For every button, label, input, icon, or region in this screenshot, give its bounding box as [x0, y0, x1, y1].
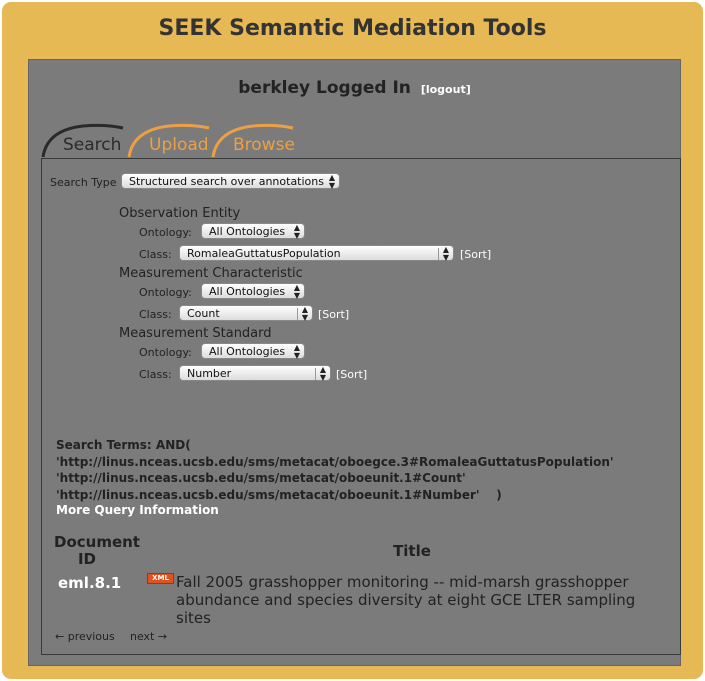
observation-class-value: RomaleaGuttatusPopulation	[187, 247, 341, 260]
search-type-label: Search Type	[50, 176, 117, 189]
app-frame: SEEK Semantic Mediation Tools berkley Lo…	[2, 2, 703, 679]
observation-ontology-select[interactable]: All Ontologies ▲ ▼	[201, 223, 305, 240]
select-arrows-icon: ▲ ▼	[293, 283, 300, 300]
search-terms-line: 'http://linus.nceas.ucsb.edu/sms/metacat…	[56, 454, 614, 469]
observation-ontology-value: All Ontologies	[209, 225, 286, 238]
tab-upload[interactable]: Upload	[127, 122, 219, 158]
previous-link[interactable]: ← previous	[55, 630, 115, 643]
search-terms: Search Terms: AND( 'http://linus.nceas.u…	[56, 437, 614, 503]
observation-ontology-label: Ontology:	[139, 226, 192, 239]
observation-sort-link[interactable]: [Sort]	[460, 248, 491, 261]
main-panel: berkley Logged In [logout] Search Upload	[28, 59, 681, 666]
select-divider	[438, 248, 439, 260]
characteristic-heading: Measurement Characteristic	[119, 266, 303, 281]
select-arrows-icon: ▲ ▼	[293, 343, 300, 360]
search-terms-line: Search Terms: AND(	[56, 438, 191, 452]
result-doc-id[interactable]: eml.8.1	[58, 574, 121, 592]
login-status: berkley Logged In [logout]	[29, 78, 680, 98]
tab-browse[interactable]: Browse	[211, 122, 303, 158]
characteristic-ontology-value: All Ontologies	[209, 285, 286, 298]
login-user-text: berkley Logged In	[238, 78, 411, 98]
select-arrows-icon: ▲ ▼	[328, 173, 335, 190]
characteristic-ontology-select[interactable]: All Ontologies ▲ ▼	[201, 283, 305, 300]
col-header-title: Title	[393, 542, 431, 560]
tab-label: Search	[63, 135, 122, 155]
standard-ontology-value: All Ontologies	[209, 345, 286, 358]
standard-sort-link[interactable]: [Sort]	[336, 368, 367, 381]
select-divider	[297, 308, 298, 320]
characteristic-class-label: Class:	[139, 308, 172, 321]
select-arrows-icon: ▲ ▼	[293, 223, 300, 240]
characteristic-sort-link[interactable]: [Sort]	[318, 308, 349, 321]
standard-ontology-select[interactable]: All Ontologies ▲ ▼	[201, 343, 305, 360]
select-arrows-icon: ▲ ▼	[442, 245, 449, 262]
standard-class-label: Class:	[139, 368, 172, 381]
select-arrows-icon: ▲ ▼	[319, 365, 326, 382]
standard-ontology-label: Ontology:	[139, 346, 192, 359]
tab-label: Browse	[233, 135, 295, 155]
observation-entity-heading: Observation Entity	[119, 206, 241, 221]
characteristic-class-value: Count	[187, 307, 220, 320]
logout-link[interactable]: [logout]	[421, 83, 471, 96]
characteristic-ontology-label: Ontology:	[139, 286, 192, 299]
more-query-info-link[interactable]: More Query Information	[56, 503, 219, 517]
tab-label: Upload	[149, 135, 209, 155]
standard-class-select[interactable]: Number ▲ ▼	[179, 365, 331, 382]
search-type-value: Structured search over annotations	[129, 175, 324, 188]
result-title: Fall 2005 grasshopper monitoring -- mid-…	[176, 573, 636, 627]
tab-bar: Search Upload Browse	[41, 122, 441, 158]
search-panel: Search Type Structured search over annot…	[41, 158, 681, 655]
observation-class-label: Class:	[139, 248, 172, 261]
characteristic-class-select[interactable]: Count ▲ ▼	[179, 305, 313, 322]
search-terms-line: 'http://linus.nceas.ucsb.edu/sms/metacat…	[56, 471, 466, 485]
xml-badge-icon[interactable]: XML	[147, 573, 174, 584]
col-header-docid: Document ID	[54, 533, 140, 568]
page-title: SEEK Semantic Mediation Tools	[158, 16, 547, 41]
search-type-select[interactable]: Structured search over annotations ▲ ▼	[121, 173, 340, 190]
next-link[interactable]: next →	[130, 630, 167, 643]
observation-class-select[interactable]: RomaleaGuttatusPopulation ▲ ▼	[179, 245, 454, 262]
tab-search[interactable]: Search	[41, 122, 133, 158]
search-terms-line: 'http://linus.nceas.ucsb.edu/sms/metacat…	[56, 487, 502, 502]
select-arrows-icon: ▲ ▼	[301, 305, 308, 322]
select-divider	[315, 368, 316, 380]
standard-heading: Measurement Standard	[119, 326, 272, 341]
standard-class-value: Number	[187, 367, 232, 380]
